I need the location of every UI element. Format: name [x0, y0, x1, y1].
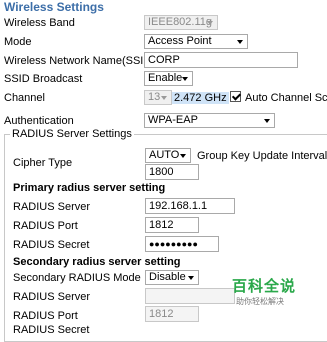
secondary-radius-heading: Secondary radius server setting [13, 256, 181, 268]
secondary-radius-server-label: RADIUS Server [13, 291, 91, 303]
chevron-down-icon [207, 21, 213, 25]
authentication-select[interactable]: WPA-EAP [144, 113, 275, 128]
secondary-radius-mode-value: Disable [149, 271, 186, 283]
secondary-radius-mode-select[interactable]: Disable [145, 270, 199, 285]
primary-radius-server-label: RADIUS Server [13, 201, 91, 213]
chevron-down-icon [180, 154, 186, 158]
chevron-down-icon [237, 40, 243, 44]
wireless-band-value: IEEE802.11g [148, 16, 213, 28]
channel-value: 13 [148, 91, 161, 103]
section-title: Wireless Settings [4, 0, 104, 14]
cipher-type-label: Cipher Type [13, 157, 73, 169]
authentication-value: WPA-EAP [148, 114, 198, 126]
chevron-down-icon [188, 276, 194, 280]
group-key-interval-input[interactable]: 1800 [145, 164, 199, 180]
secondary-radius-port-label: RADIUS Port [13, 310, 78, 322]
ssid-label: Wireless Network Name(SSID) [4, 55, 155, 67]
ssid-broadcast-value: Enable [148, 72, 183, 84]
ssid-input[interactable]: CORP [144, 52, 298, 68]
channel-frequency: 2.472 GHz [172, 92, 229, 104]
auto-channel-scan-label: Auto Channel Scan [245, 92, 327, 104]
primary-radius-port-input[interactable]: 1812 [145, 217, 199, 233]
primary-radius-secret-label: RADIUS Secret [13, 239, 90, 251]
watermark-subtitle: 助你轻松解决 [236, 297, 284, 306]
auto-channel-scan-checkbox[interactable] [230, 91, 241, 102]
secondary-radius-server-input[interactable] [145, 288, 235, 304]
mode-select[interactable]: Access Point [144, 34, 248, 49]
mode-value: Access Point [148, 35, 212, 47]
chevron-down-icon [182, 77, 188, 81]
primary-radius-port-label: RADIUS Port [13, 220, 78, 232]
secondary-radius-mode-label: Secondary RADIUS Mode [13, 272, 141, 284]
radius-settings-legend: RADIUS Server Settings [10, 128, 134, 140]
cipher-type-value: AUTO [149, 149, 180, 161]
chevron-down-icon [264, 119, 270, 123]
mode-label: Mode [4, 36, 32, 48]
channel-select[interactable]: 13 [144, 90, 172, 105]
secondary-radius-secret-label: RADIUS Secret [13, 324, 90, 336]
authentication-label: Authentication [4, 115, 74, 127]
channel-label: Channel [4, 92, 45, 104]
ssid-broadcast-select[interactable]: Enable [144, 71, 193, 86]
secondary-radius-port-input[interactable]: 1812 [145, 306, 199, 322]
cipher-type-select[interactable]: AUTO [145, 148, 191, 163]
watermark-title: 百科全说 [232, 278, 297, 295]
wireless-band-select[interactable]: IEEE802.11g [144, 15, 218, 30]
chevron-down-icon [161, 96, 167, 100]
primary-radius-secret-input[interactable]: ●●●●●●●●● [145, 236, 219, 252]
primary-radius-server-input[interactable]: 192.168.1.1 [145, 198, 235, 214]
group-key-interval-label: Group Key Update Interval [197, 150, 327, 162]
primary-radius-heading: Primary radius server setting [13, 182, 166, 194]
ssid-broadcast-label: SSID Broadcast [4, 73, 83, 85]
wireless-band-label: Wireless Band [4, 17, 75, 29]
